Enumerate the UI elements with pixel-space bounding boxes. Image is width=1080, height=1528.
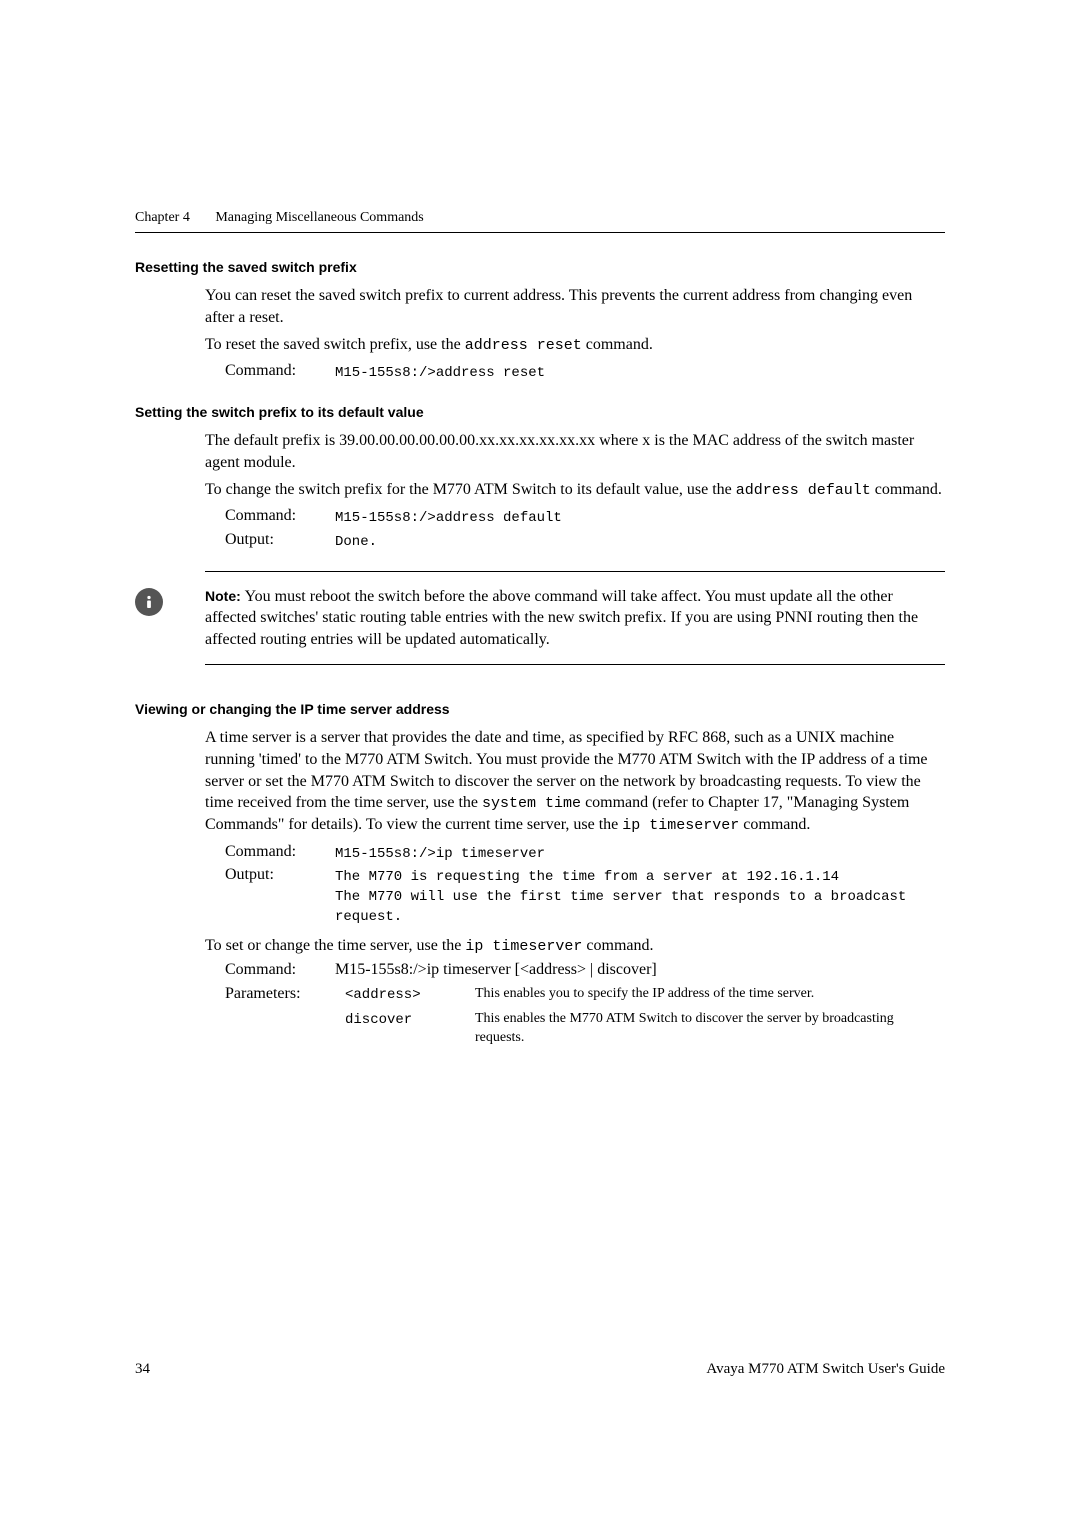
- code-inline: address default: [736, 482, 871, 499]
- parameters-label: Parameters:: [225, 985, 335, 1003]
- command-label: Command:: [225, 961, 335, 979]
- command-block: Command: M15-155s8:/>ip timeserver Outpu…: [225, 843, 945, 927]
- info-icon: [135, 588, 163, 616]
- command-block: Command: M15-155s8:/>address reset: [225, 362, 945, 384]
- parameter-desc: This enables you to specify the IP addre…: [475, 985, 945, 1004]
- note-text: Note: You must reboot the switch before …: [205, 586, 945, 651]
- section-heading-timeserver: Viewing or changing the IP time server a…: [135, 701, 945, 717]
- command-value: M15-155s8:/>ip timeserver [<address> | d…: [335, 961, 945, 979]
- command-value: M15-155s8:/>address reset: [335, 362, 945, 384]
- command-label: Command:: [225, 843, 335, 861]
- note-box: Note: You must reboot the switch before …: [205, 571, 945, 666]
- text-fragment: command.: [582, 937, 653, 954]
- output-value: The M770 is requesting the time from a s…: [335, 866, 945, 927]
- parameter-block: Parameters: <address> This enables you t…: [225, 985, 945, 1048]
- chapter-title: Managing Miscellaneous Commands: [215, 210, 423, 225]
- text-fragment: To reset the saved switch prefix, use th…: [205, 336, 465, 353]
- command-value: M15-155s8:/>ip timeserver: [335, 843, 945, 865]
- section-heading-default-prefix: Setting the switch prefix to its default…: [135, 404, 945, 420]
- note-body: You must reboot the switch before the ab…: [205, 588, 918, 648]
- section-heading-reset-prefix: Resetting the saved switch prefix: [135, 259, 945, 275]
- parameter-code: <address>: [345, 985, 465, 1003]
- output-value: Done.: [335, 531, 945, 553]
- text-fragment: command.: [739, 816, 810, 833]
- command-block: Command: M15-155s8:/>address default Out…: [225, 507, 945, 552]
- text-fragment: To set or change the time server, use th…: [205, 937, 465, 954]
- command-value: M15-155s8:/>address default: [335, 507, 945, 529]
- text-fragment: command.: [582, 336, 653, 353]
- body-text: To reset the saved switch prefix, use th…: [205, 334, 945, 356]
- body-text: To set or change the time server, use th…: [205, 937, 945, 955]
- chapter-header: Chapter 4 Managing Miscellaneous Command…: [135, 210, 945, 233]
- body-text: A time server is a server that provides …: [205, 727, 945, 836]
- text-fragment: command.: [871, 481, 942, 498]
- code-inline: ip timeserver: [622, 817, 739, 834]
- parameter-code: discover: [345, 1010, 465, 1028]
- note-prefix: Note:: [205, 588, 245, 604]
- output-label: Output:: [225, 531, 335, 549]
- text-fragment: To change the switch prefix for the M770…: [205, 481, 736, 498]
- command-label: Command:: [225, 362, 335, 380]
- command-label: Command:: [225, 507, 335, 525]
- code-inline: ip timeserver: [465, 938, 582, 955]
- body-text: The default prefix is 39.00.00.00.00.00.…: [205, 430, 945, 473]
- page-footer: 34 Avaya M770 ATM Switch User's Guide: [135, 1361, 945, 1378]
- chapter-label: Chapter 4: [135, 210, 190, 225]
- parameter-desc: This enables the M770 ATM Switch to disc…: [475, 1010, 945, 1048]
- body-text: You can reset the saved switch prefix to…: [205, 285, 945, 328]
- document-page: Chapter 4 Managing Miscellaneous Command…: [0, 0, 1080, 1048]
- body-text: To change the switch prefix for the M770…: [205, 479, 945, 501]
- command-block: Command: M15-155s8:/>ip timeserver [<add…: [225, 961, 945, 979]
- page-number: 34: [135, 1361, 150, 1378]
- code-inline: system time: [482, 795, 581, 812]
- code-inline: address reset: [465, 337, 582, 354]
- output-label: Output:: [225, 866, 335, 884]
- guide-title: Avaya M770 ATM Switch User's Guide: [706, 1361, 945, 1378]
